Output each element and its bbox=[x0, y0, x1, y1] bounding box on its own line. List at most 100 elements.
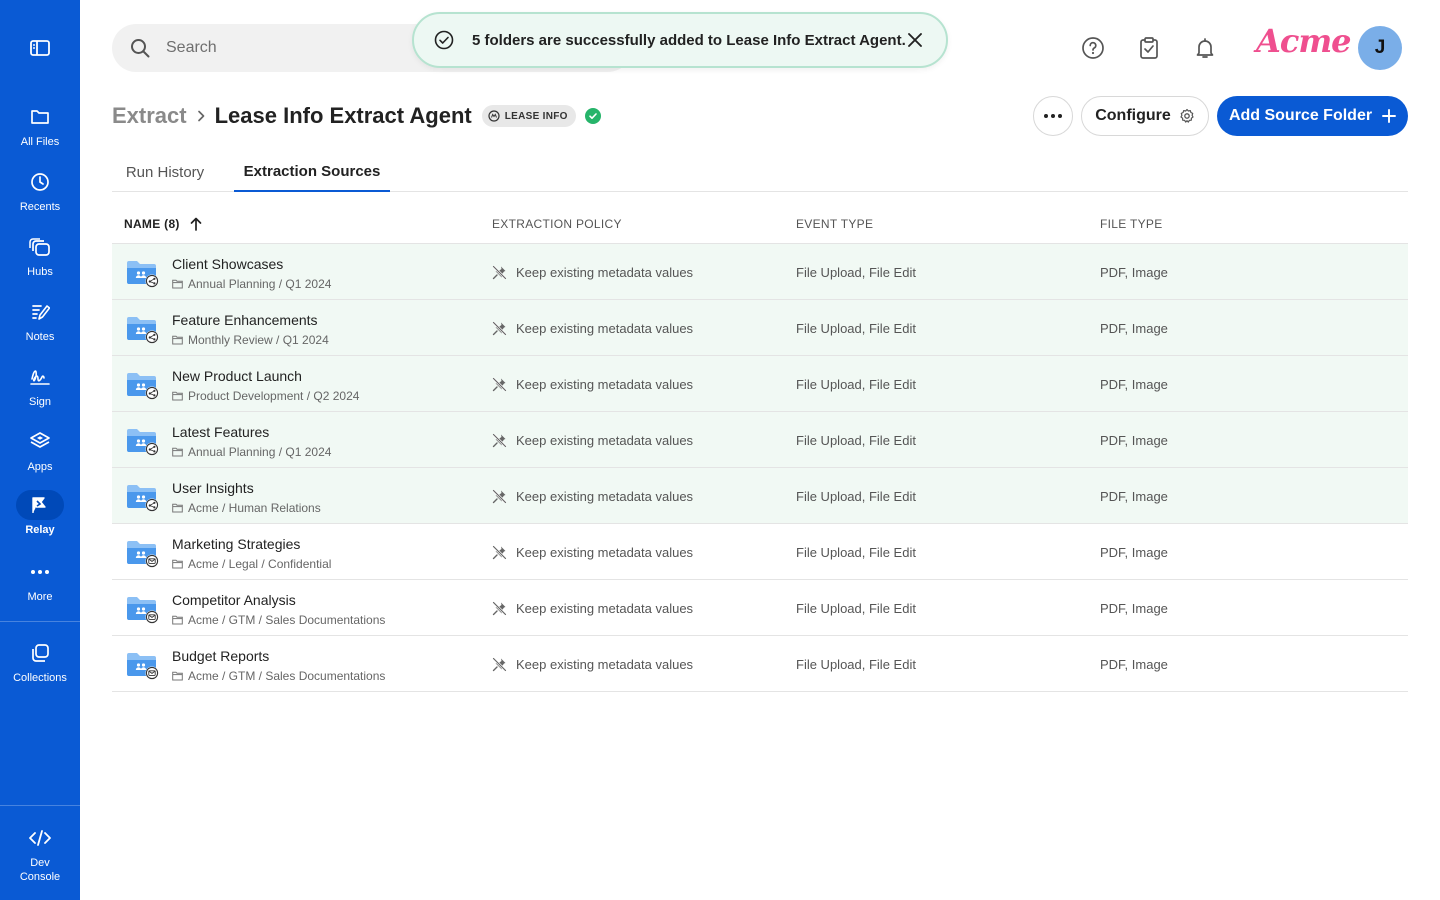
event-type-cell: File Upload, File Edit bbox=[796, 544, 916, 560]
ellipsis-icon bbox=[1044, 114, 1062, 118]
table-row[interactable]: User Insights Acme / Human Relations Keep … bbox=[112, 468, 1408, 524]
sidebar-item-sign[interactable]: Sign bbox=[0, 362, 80, 422]
tasks-icon[interactable] bbox=[1137, 36, 1161, 60]
extraction-policy-cell: Keep existing metadata values bbox=[492, 580, 693, 636]
folder-name[interactable]: Client Showcases bbox=[172, 256, 283, 272]
column-header-event-type[interactable]: EVENT TYPE bbox=[796, 204, 873, 244]
collab-folder-icon bbox=[127, 261, 159, 288]
sidebar-item-more[interactable]: More bbox=[0, 557, 80, 617]
table-row[interactable]: Budget Reports Acme / GTM / Sales Documen… bbox=[112, 636, 1408, 692]
relay-icon bbox=[32, 497, 46, 513]
search-icon bbox=[131, 39, 150, 58]
table-row[interactable]: Competitor Analysis Acme / GTM / Sales Do… bbox=[112, 580, 1408, 636]
extraction-policy-text: Keep existing metadata values bbox=[516, 264, 694, 280]
sign-icon bbox=[30, 370, 50, 385]
sidebar-item-dev-console[interactable]: Dev Console bbox=[0, 823, 80, 887]
template-badge-label: LEASE INFO bbox=[504, 110, 568, 122]
sidebar-divider bbox=[0, 621, 80, 622]
hubs-icon bbox=[29, 238, 50, 256]
extraction-policy-cell: Keep existing metadata values bbox=[492, 356, 693, 412]
sidebar-item-relay[interactable]: Relay bbox=[0, 490, 80, 550]
folder-name[interactable]: Latest Features bbox=[172, 424, 269, 440]
folder-name[interactable]: Feature Enhancements bbox=[172, 312, 318, 328]
column-header-name[interactable]: NAME (8) bbox=[124, 204, 202, 244]
sidebar-item-label: Collections bbox=[13, 672, 67, 684]
collab-folder-icon bbox=[127, 429, 159, 456]
collab-folder-icon bbox=[127, 653, 159, 680]
sidebar: All Files Recents Hubs Notes Sign Apps R… bbox=[0, 0, 80, 900]
column-header-policy[interactable]: EXTRACTION POLICY bbox=[492, 204, 622, 244]
sidebar-item-recents[interactable]: Recents bbox=[0, 167, 80, 227]
search-input[interactable] bbox=[166, 39, 366, 57]
sidebar-item-label: Notes bbox=[25, 331, 55, 343]
table-row[interactable]: Marketing Strategies Acme / Legal / Confi… bbox=[112, 524, 1408, 580]
bell-icon[interactable] bbox=[1193, 36, 1217, 60]
sidebar-item-label: Relay bbox=[25, 524, 55, 536]
sidebar-item-apps[interactable]: Apps bbox=[0, 427, 80, 487]
folder-name[interactable]: User Insights bbox=[172, 480, 254, 496]
plus-icon bbox=[1382, 109, 1397, 123]
mail-badge-icon bbox=[145, 554, 159, 568]
chevron-right-icon bbox=[197, 110, 204, 122]
folder-outline-icon bbox=[172, 559, 183, 569]
folder-outline-icon bbox=[172, 671, 183, 681]
extraction-policy-cell: Keep existing metadata values bbox=[492, 524, 693, 580]
folder-icon bbox=[31, 110, 49, 124]
sort-ascending-icon bbox=[190, 217, 202, 231]
table-row[interactable]: New Product Launch Product Development / … bbox=[112, 356, 1408, 412]
mail-badge-icon bbox=[145, 666, 159, 680]
configure-button[interactable]: Configure bbox=[1081, 96, 1209, 136]
shared-link-badge-icon bbox=[145, 442, 159, 456]
extraction-policy-text: Keep existing metadata values bbox=[516, 544, 694, 560]
apps-icon bbox=[30, 432, 50, 448]
file-type-cell: PDF, Image bbox=[1100, 432, 1168, 448]
folder-path: Product Development / Q2 2024 bbox=[172, 389, 359, 403]
folder-path-text: Acme / Legal / Confidential bbox=[188, 557, 332, 571]
folder-path-text: Acme / GTM / Sales Documentations bbox=[188, 613, 386, 627]
folder-outline-icon bbox=[172, 279, 183, 289]
folder-name[interactable]: Competitor Analysis bbox=[172, 592, 296, 608]
event-type-cell: File Upload, File Edit bbox=[796, 600, 916, 616]
pin-off-icon bbox=[492, 265, 507, 279]
add-source-folder-button[interactable]: Add Source Folder bbox=[1217, 96, 1408, 136]
avatar[interactable]: J bbox=[1358, 26, 1402, 70]
collab-folder-icon bbox=[127, 373, 159, 400]
success-toast: 5 folders are successfully added to Leas… bbox=[412, 12, 948, 68]
folder-path: Annual Planning / Q1 2024 bbox=[172, 445, 331, 459]
file-type-cell: PDF, Image bbox=[1100, 320, 1168, 336]
collab-folder-icon bbox=[127, 317, 159, 344]
folder-name[interactable]: Budget Reports bbox=[172, 648, 269, 664]
extraction-policy-text: Keep existing metadata values bbox=[516, 656, 694, 672]
gear-icon bbox=[1180, 108, 1194, 123]
extraction-policy-text: Keep existing metadata values bbox=[516, 376, 694, 392]
code-icon bbox=[29, 830, 51, 846]
column-header-file-type[interactable]: FILE TYPE bbox=[1100, 204, 1163, 244]
sidebar-item-notes[interactable]: Notes bbox=[0, 297, 80, 357]
collab-folder-icon bbox=[127, 597, 159, 624]
sidebar-item-hubs[interactable]: Hubs bbox=[0, 232, 80, 292]
breadcrumb-parent-link[interactable]: Extract bbox=[112, 103, 187, 129]
table-row[interactable]: Client Showcases Annual Planning / Q1 202… bbox=[112, 244, 1408, 300]
file-type-cell: PDF, Image bbox=[1100, 600, 1168, 616]
event-type-cell: File Upload, File Edit bbox=[796, 376, 916, 392]
extraction-policy-cell: Keep existing metadata values bbox=[492, 244, 693, 300]
more-icon bbox=[31, 570, 49, 574]
tab-extraction-sources[interactable]: Extraction Sources bbox=[234, 152, 390, 192]
help-icon[interactable] bbox=[1081, 36, 1105, 60]
sidebar-item-collections[interactable]: Collections bbox=[0, 638, 80, 698]
folder-name[interactable]: New Product Launch bbox=[172, 368, 302, 384]
extraction-policy-text: Keep existing metadata values bbox=[516, 432, 694, 448]
folder-path-text: Monthly Review / Q1 2024 bbox=[188, 333, 329, 347]
sidebar-toggle-button[interactable] bbox=[0, 28, 80, 68]
tab-run-history[interactable]: Run History bbox=[112, 152, 218, 192]
folder-path: Acme / GTM / Sales Documentations bbox=[172, 613, 385, 627]
sidebar-item-all-files[interactable]: All Files bbox=[0, 102, 80, 162]
table-row[interactable]: Latest Features Annual Planning / Q1 2024… bbox=[112, 412, 1408, 468]
more-options-button[interactable] bbox=[1033, 96, 1073, 136]
folder-outline-icon bbox=[172, 335, 183, 345]
folder-name[interactable]: Marketing Strategies bbox=[172, 536, 300, 552]
file-type-cell: PDF, Image bbox=[1100, 656, 1168, 672]
close-icon[interactable] bbox=[906, 31, 924, 49]
extraction-policy-text: Keep existing metadata values bbox=[516, 600, 694, 616]
table-row[interactable]: Feature Enhancements Monthly Review / Q1 … bbox=[112, 300, 1408, 356]
